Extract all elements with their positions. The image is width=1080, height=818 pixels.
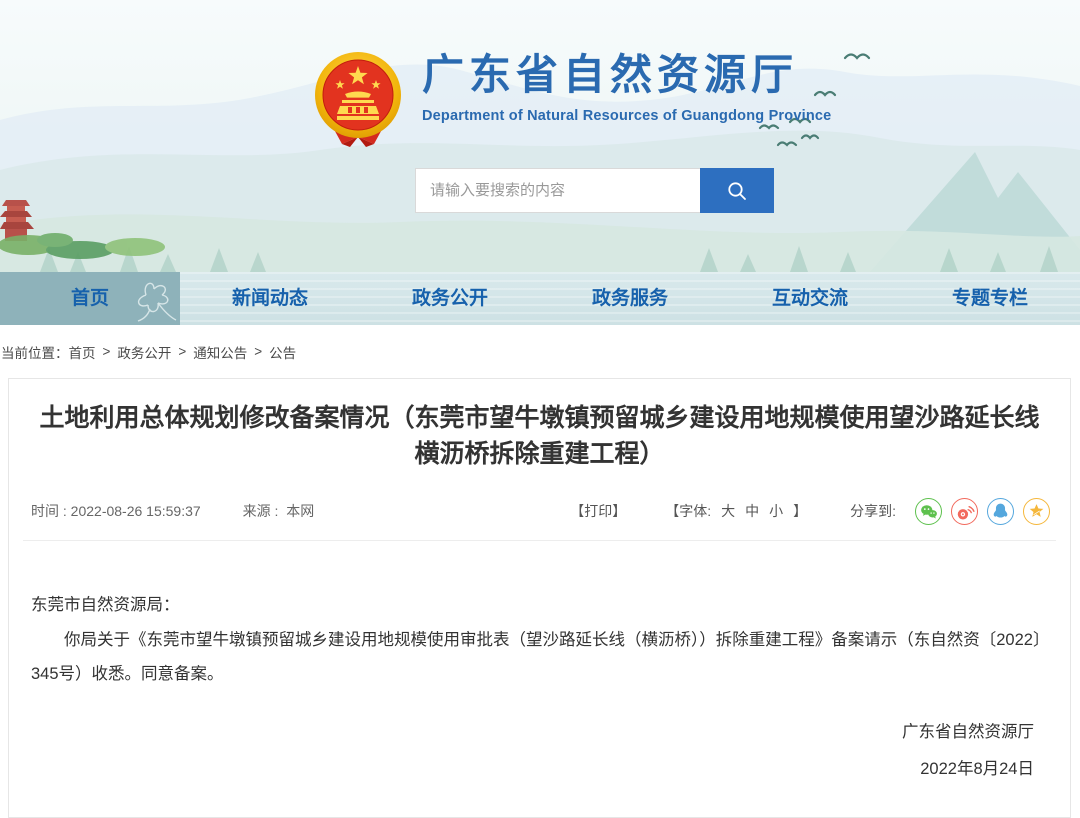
nav-item-news[interactable]: 新闻动态 (180, 272, 360, 325)
font-size-prefix: 【字体: (665, 501, 711, 521)
font-size-suffix: 】 (793, 501, 807, 521)
nav-item-gov-services[interactable]: 政务服务 (540, 272, 720, 325)
share-qq-icon[interactable] (987, 498, 1014, 525)
share-bar: 分享到: (850, 498, 1050, 525)
breadcrumb-label: 当前位置： (1, 342, 69, 362)
body-paragraph: 你局关于《东莞市望牛墩镇预留城乡建设用地规模使用审批表（望沙路延长线（横沥桥））… (31, 624, 1048, 692)
meta-right: 【打印】 【字体: 大 中 小 】 分享到: (570, 498, 1056, 525)
breadcrumb-separator: > (178, 344, 186, 359)
site-search (415, 168, 774, 213)
magnolia-flower-icon (120, 273, 178, 323)
site-title-english: Department of Natural Resources of Guang… (422, 108, 831, 124)
nav-item-label: 专题专栏 (952, 288, 1028, 309)
site-title: 广东省自然资源厅 (422, 52, 831, 98)
signature-org: 广东省自然资源厅 (9, 718, 1034, 742)
nav-item-label: 政务公开 (412, 288, 488, 309)
article-card: 土地利用总体规划修改备案情况（东莞市望牛墩镇预留城乡建设用地规模使用望沙路延长线… (8, 378, 1071, 818)
breadcrumb-notices[interactable]: 通知公告 (193, 342, 247, 362)
font-size-small-button[interactable]: 小 (769, 501, 783, 521)
breadcrumb-gov-info[interactable]: 政务公开 (117, 342, 171, 362)
breadcrumb-separator: > (254, 344, 262, 359)
nav-item-label: 首页 (71, 288, 109, 309)
article-meta-bar: 时间 : 2022-08-26 15:59:37 来源 : 本网 【打印】 【字… (23, 498, 1056, 541)
breadcrumb: 当前位置： 首页 > 政务公开 > 通知公告 > 公告 (0, 325, 1080, 378)
nav-item-label: 政务服务 (592, 288, 668, 309)
signature-date: 2022年8月24日 (9, 755, 1034, 779)
article-title: 土地利用总体规划修改备案情况（东莞市望牛墩镇预留城乡建设用地规模使用望沙路延长线… (40, 400, 1040, 473)
font-size-large-button[interactable]: 大 (721, 501, 735, 521)
nav-item-interaction[interactable]: 互动交流 (720, 272, 900, 325)
salutation: 东莞市自然资源局： (31, 589, 1048, 623)
nav-item-label: 新闻动态 (232, 288, 308, 309)
breadcrumb-separator: > (103, 344, 111, 359)
nav-item-home[interactable]: 首页 (0, 272, 180, 325)
time-value: 2022-08-26 15:59:37 (71, 503, 201, 519)
font-size-control: 【字体: 大 中 小 】 (660, 501, 812, 521)
font-size-medium-button[interactable]: 中 (745, 501, 759, 521)
national-emblem-logo (312, 50, 404, 148)
site-header: 广东省自然资源厅 Department of Natural Resources… (0, 0, 1080, 272)
search-input[interactable] (415, 168, 700, 213)
time-label: 时间 : (31, 501, 67, 521)
meta-left: 时间 : 2022-08-26 15:59:37 来源 : 本网 (23, 501, 314, 521)
share-label: 分享到: (850, 501, 896, 521)
share-weibo-icon[interactable] (951, 498, 978, 525)
breadcrumb-announcement[interactable]: 公告 (269, 342, 296, 362)
nav-item-label: 互动交流 (772, 288, 848, 309)
share-qzone-icon[interactable] (1023, 498, 1050, 525)
source-label: 来源 : (243, 503, 279, 519)
print-button[interactable]: 【打印】 (570, 501, 626, 521)
nav-item-gov-info[interactable]: 政务公开 (360, 272, 540, 325)
signature-block: 广东省自然资源厅 2022年8月24日 (9, 718, 1034, 779)
article-body: 东莞市自然资源局： 你局关于《东莞市望牛墩镇预留城乡建设用地规模使用审批表（望沙… (31, 589, 1048, 692)
source-value: 本网 (286, 503, 314, 519)
site-brand: 广东省自然资源厅 Department of Natural Resources… (312, 50, 831, 148)
main-nav: 首页 新闻动态 政务公开 政务服务 互动交流 专题专栏 (0, 272, 1080, 325)
nav-item-special-topics[interactable]: 专题专栏 (900, 272, 1080, 325)
search-button[interactable] (700, 168, 774, 213)
share-wechat-icon[interactable] (915, 498, 942, 525)
breadcrumb-home[interactable]: 首页 (69, 342, 96, 362)
search-icon (725, 179, 749, 203)
